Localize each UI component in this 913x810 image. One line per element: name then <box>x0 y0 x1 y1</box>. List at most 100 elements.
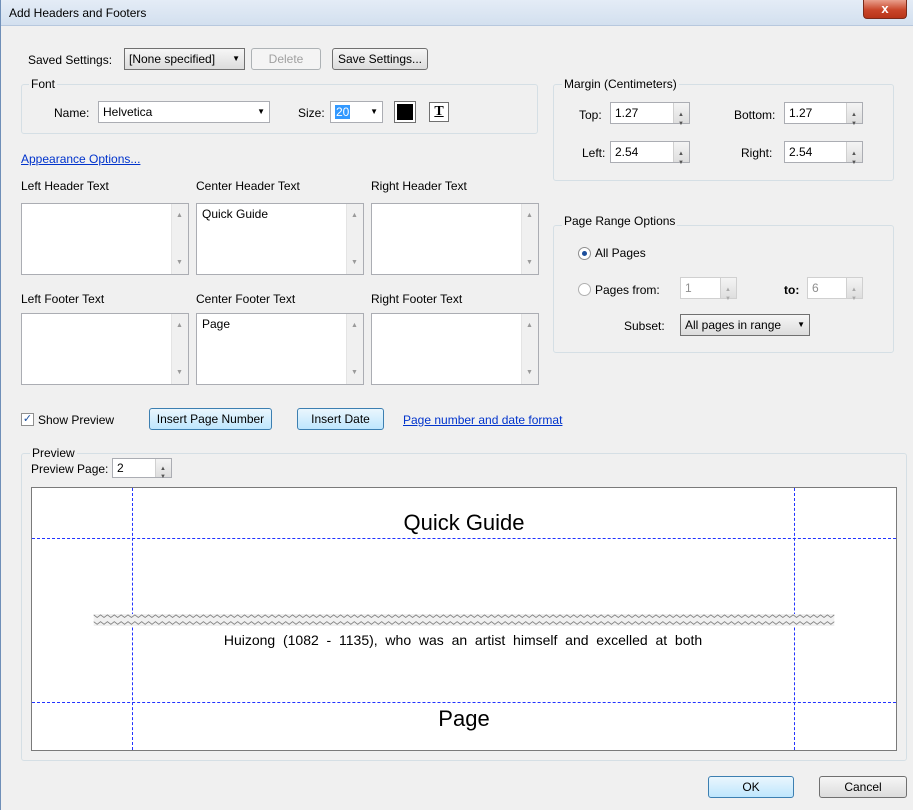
cancel-button[interactable]: Cancel <box>819 776 907 798</box>
margin-bottom-value: 1.27 <box>789 106 813 120</box>
ok-button[interactable]: OK <box>708 776 794 798</box>
font-size-value: 20 <box>335 105 351 119</box>
left-header-textarea[interactable]: ▲ ▼ <box>21 203 189 275</box>
pages-from-radio[interactable] <box>578 283 591 296</box>
scroll-up-icon: ▲ <box>526 212 533 219</box>
down-icon: ▼ <box>725 296 731 302</box>
scrollbar[interactable]: ▲ ▼ <box>171 204 188 274</box>
all-pages-label: All Pages <box>595 246 646 260</box>
scroll-up-icon: ▲ <box>176 322 183 329</box>
window-title: Add Headers and Footers <box>9 6 147 20</box>
margin-top-value: 1.27 <box>615 106 639 120</box>
font-color-button[interactable] <box>394 101 416 123</box>
scrollbar[interactable]: ▲ ▼ <box>346 314 363 384</box>
margin-group <box>553 84 894 181</box>
scroll-down-icon: ▼ <box>176 369 183 376</box>
margin-bottom-stepper[interactable]: 1.27 ▲ ▼ <box>784 102 863 127</box>
save-settings-button[interactable]: Save Settings... <box>332 48 428 70</box>
font-name-dropdown[interactable]: Helvetica ▼ <box>98 101 270 123</box>
preview-footer-text: Page <box>438 706 490 731</box>
down-icon: ▼ <box>851 296 857 302</box>
spin-buttons[interactable]: ▲ ▼ <box>673 103 689 127</box>
delete-button[interactable]: Delete <box>251 48 321 70</box>
insert-date-button[interactable]: Insert Date <box>297 408 384 430</box>
margin-right-value: 2.54 <box>789 145 813 159</box>
margin-top-stepper[interactable]: 1.27 ▲ ▼ <box>610 102 690 127</box>
saved-settings-dropdown[interactable]: [None specified] ▼ <box>124 48 245 70</box>
appearance-options-link[interactable]: Appearance Options... <box>21 152 140 166</box>
scroll-down-icon: ▼ <box>526 259 533 266</box>
right-header-textarea[interactable]: ▲ ▼ <box>371 203 539 275</box>
scrollbar[interactable]: ▲ ▼ <box>346 204 363 274</box>
saved-settings-label: Saved Settings: <box>28 53 113 67</box>
scroll-down-icon: ▼ <box>526 369 533 376</box>
right-header-label: Right Header Text <box>371 179 467 193</box>
subset-label: Subset: <box>624 319 665 333</box>
subset-dropdown[interactable]: All pages in range ▼ <box>680 314 810 336</box>
scroll-up-icon: ▲ <box>351 322 358 329</box>
down-icon: ▼ <box>160 474 166 480</box>
scrollbar[interactable]: ▲ ▼ <box>521 314 538 384</box>
margin-left-stepper[interactable]: 2.54 ▲ ▼ <box>610 141 690 166</box>
spin-buttons[interactable]: ▲ ▼ <box>673 142 689 166</box>
title-bar[interactable]: Add Headers and Footers x <box>1 0 913 26</box>
preview-page-value: 2 <box>117 461 124 475</box>
preview-body-text: Huizong (1082 - 1135), who was an artist… <box>223 632 703 648</box>
down-icon: ▼ <box>678 160 684 166</box>
preview-page-label: Preview Page: <box>31 462 109 476</box>
scroll-down-icon: ▼ <box>351 369 358 376</box>
pages-to-label: to: <box>784 283 800 297</box>
margin-bottom-label: Bottom: <box>734 108 776 122</box>
pages-to-stepper[interactable]: 6 ▲ ▼ <box>807 277 863 302</box>
center-footer-textarea[interactable]: Page ▲ ▼ <box>196 313 364 385</box>
chevron-down-icon: ▼ <box>232 54 240 63</box>
margin-right-label: Right: <box>741 146 773 160</box>
center-header-textarea[interactable]: Quick Guide ▲ ▼ <box>196 203 364 275</box>
margin-right-stepper[interactable]: 2.54 ▲ ▼ <box>784 141 863 166</box>
spin-buttons[interactable]: ▲ ▼ <box>155 459 171 480</box>
chevron-down-icon: ▼ <box>797 320 805 329</box>
spin-buttons[interactable]: ▲ ▼ <box>846 142 862 166</box>
left-footer-textarea[interactable]: ▲ ▼ <box>21 313 189 385</box>
spin-buttons[interactable]: ▲ ▼ <box>720 278 736 302</box>
down-icon: ▼ <box>851 160 857 166</box>
right-footer-label: Right Footer Text <box>371 292 463 306</box>
subset-value: All pages in range <box>685 318 782 332</box>
header-margin-guide <box>32 538 896 539</box>
scroll-down-icon: ▼ <box>351 259 358 266</box>
spin-buttons[interactable]: ▲ ▼ <box>846 278 862 302</box>
preview-canvas: Quick Guide Huizong (1082 - 1135), who w… <box>31 487 897 751</box>
center-header-value: Quick Guide <box>202 207 269 221</box>
show-preview-checkbox[interactable]: ✓ <box>21 413 34 426</box>
spin-buttons[interactable]: ▲ ▼ <box>846 103 862 127</box>
chevron-down-icon: ▼ <box>257 107 265 116</box>
insert-page-number-button[interactable]: Insert Page Number <box>149 408 272 430</box>
scrollbar[interactable]: ▲ ▼ <box>171 314 188 384</box>
add-headers-footers-dialog: Add Headers and Footers x Saved Settings… <box>0 0 913 810</box>
left-header-label: Left Header Text <box>21 179 109 193</box>
center-header-label: Center Header Text <box>196 179 300 193</box>
scroll-down-icon: ▼ <box>176 259 183 266</box>
scrollbar[interactable]: ▲ ▼ <box>521 204 538 274</box>
pages-from-stepper[interactable]: 1 ▲ ▼ <box>680 277 737 302</box>
font-size-dropdown[interactable]: 20 ▼ <box>330 101 383 123</box>
pages-to-value: 6 <box>812 281 819 295</box>
font-size-label: Size: <box>298 106 325 120</box>
saved-settings-value: [None specified] <box>129 52 216 66</box>
font-color-swatch <box>397 104 413 120</box>
scroll-up-icon: ▲ <box>176 212 183 219</box>
page-range-group-label: Page Range Options <box>562 214 678 228</box>
font-name-label: Name: <box>54 106 90 120</box>
pages-from-label: Pages from: <box>595 283 660 297</box>
right-footer-textarea[interactable]: ▲ ▼ <box>371 313 539 385</box>
close-button[interactable]: x <box>863 0 907 19</box>
show-preview-label: Show Preview <box>38 413 115 427</box>
pages-from-value: 1 <box>685 281 692 295</box>
preview-header-text: Quick Guide <box>403 510 525 535</box>
chevron-down-icon: ▼ <box>370 107 378 116</box>
font-name-value: Helvetica <box>103 105 153 119</box>
page-number-date-format-link[interactable]: Page number and date format <box>403 413 562 427</box>
preview-page-stepper[interactable]: 2 ▲ ▼ <box>112 458 172 480</box>
text-format-icon[interactable]: T <box>429 102 449 122</box>
all-pages-radio[interactable] <box>578 247 591 260</box>
